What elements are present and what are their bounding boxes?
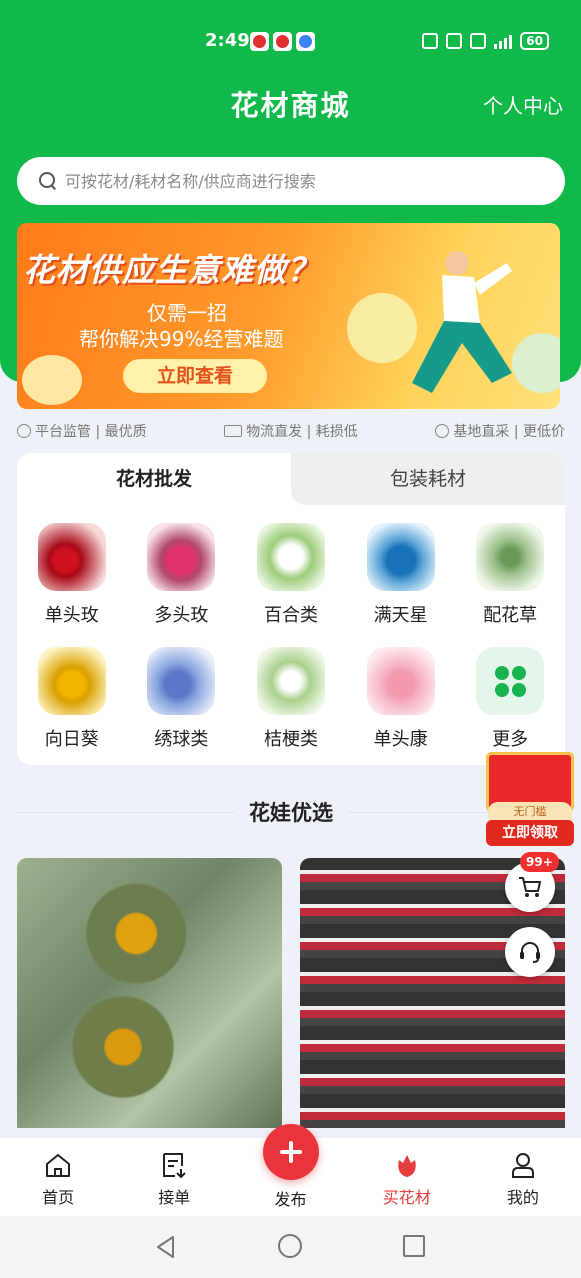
headset-icon — [520, 942, 540, 963]
system-status-icons: 60 — [422, 32, 549, 50]
home-icon — [46, 1154, 71, 1177]
app-notification-icon — [250, 32, 269, 51]
section-title: 花娃优选 — [249, 801, 333, 825]
order-icon — [163, 1153, 187, 1179]
feature-item: 物流直发 | 耗损低 — [224, 420, 358, 442]
feature-item: 平台监管 | 最优质 — [17, 420, 147, 442]
product-image-sunflower[interactable] — [17, 858, 282, 1128]
category-label: 满天星 — [373, 605, 428, 626]
search-input[interactable] — [65, 171, 525, 191]
category-label: 配花草 — [483, 605, 538, 626]
category-label: 单头玫 — [44, 605, 99, 626]
category-label: 向日葵 — [44, 729, 99, 750]
category-card: 花材批发 包装耗材 单头玫 多头玫 百合类 满天星 配花草 向日葵 绣球类 桔梗… — [17, 453, 565, 765]
category-item[interactable]: 百合类 — [236, 523, 346, 627]
promo-banner[interactable]: 花材供应生意难做？ 仅需一招 帮你解决99%经营难题 立即查看 — [17, 223, 560, 409]
red-envelope-promo[interactable]: 无门槛 立即领取 — [480, 740, 578, 846]
plus-icon — [280, 1141, 302, 1163]
truck-icon — [224, 425, 243, 437]
feature-row: 平台监管 | 最优质 物流直发 | 耗损低 基地直采 | 更低价 — [17, 420, 565, 442]
status-bar: 2:49 60 — [0, 28, 581, 58]
publish-button[interactable] — [263, 1124, 319, 1180]
app-notification-icon — [273, 32, 292, 51]
hydrangea-icon — [147, 647, 216, 715]
category-tabs: 花材批发 包装耗材 — [17, 453, 565, 505]
category-item[interactable]: 单头玫 — [17, 523, 127, 627]
signal-icon — [494, 33, 513, 49]
category-label: 单头康 — [373, 729, 428, 750]
rose-icon — [37, 523, 106, 591]
back-icon[interactable] — [153, 1234, 179, 1260]
promo-claim-button[interactable]: 立即领取 — [486, 820, 574, 846]
status-time: 2:49 — [205, 30, 250, 51]
spray-rose-icon — [147, 523, 216, 591]
category-item[interactable]: 多头玫 — [127, 523, 237, 627]
more-icon — [476, 647, 545, 715]
banner-line2: 帮你解决99%经营难题 — [79, 327, 284, 351]
banner-line1: 仅需一招 — [147, 301, 227, 325]
banner-cta-button[interactable]: 立即查看 — [123, 359, 267, 393]
category-item[interactable]: 配花草 — [455, 523, 565, 627]
banner-headline: 花材供应生意难做？ — [23, 251, 321, 289]
category-item[interactable]: 桔梗类 — [236, 647, 346, 751]
promo-label: 无门槛 — [488, 802, 572, 822]
feature-text: 物流直发 | 耗损低 — [246, 424, 358, 440]
category-label: 绣球类 — [154, 729, 209, 750]
music-notification-icon — [296, 32, 315, 51]
personal-center-link[interactable]: 个人中心 — [483, 90, 563, 119]
recent-apps-icon[interactable] — [403, 1235, 425, 1257]
flower-icon — [397, 1155, 416, 1177]
tab-packaging[interactable]: 包装耗材 — [291, 453, 565, 505]
lily-icon — [256, 523, 325, 591]
publish-label: 发布 — [274, 1190, 307, 1209]
battery-icon: 60 — [520, 32, 549, 50]
carnation-icon — [366, 647, 435, 715]
notification-icons — [250, 32, 315, 51]
cart-count-badge: 99+ — [520, 852, 559, 872]
feature-text: 平台监管 | 最优质 — [35, 424, 147, 440]
clover-icon — [494, 665, 526, 697]
bellflower-icon — [256, 647, 325, 715]
user-icon — [511, 1153, 534, 1178]
search-icon — [39, 172, 57, 190]
category-item[interactable]: 绣球类 — [127, 647, 237, 751]
bluetooth-icon — [446, 33, 463, 49]
nfc-icon — [422, 33, 439, 49]
feature-item: 基地直采 | 更低价 — [435, 420, 565, 442]
tag-icon — [435, 424, 450, 438]
mute-icon — [470, 33, 487, 49]
category-label: 桔梗类 — [263, 729, 318, 750]
customer-service-button[interactable] — [505, 927, 555, 977]
search-bar[interactable] — [17, 157, 565, 205]
gypsophila-icon — [366, 523, 435, 591]
home-circle-icon[interactable] — [278, 1234, 302, 1258]
category-item[interactable]: 单头康 — [346, 647, 456, 751]
category-item[interactable]: 向日葵 — [17, 647, 127, 751]
category-label: 百合类 — [263, 605, 318, 626]
cart-icon — [519, 877, 541, 897]
sunflower-icon — [37, 647, 106, 715]
category-item[interactable]: 满天星 — [346, 523, 456, 627]
category-grid: 单头玫 多头玫 百合类 满天星 配花草 向日葵 绣球类 桔梗类 单头康 更多 — [17, 523, 565, 751]
flower-decoration — [22, 355, 82, 405]
greenery-icon — [476, 523, 545, 591]
system-nav-bar — [0, 1216, 581, 1278]
category-label: 多头玫 — [154, 605, 209, 626]
divider — [17, 811, 235, 813]
businessman-illustration — [412, 251, 512, 393]
tab-flower-wholesale[interactable]: 花材批发 — [17, 453, 291, 505]
category-item[interactable]: 更多 — [455, 647, 565, 751]
feature-text: 基地直采 | 更低价 — [453, 424, 565, 440]
shield-icon — [17, 424, 31, 438]
